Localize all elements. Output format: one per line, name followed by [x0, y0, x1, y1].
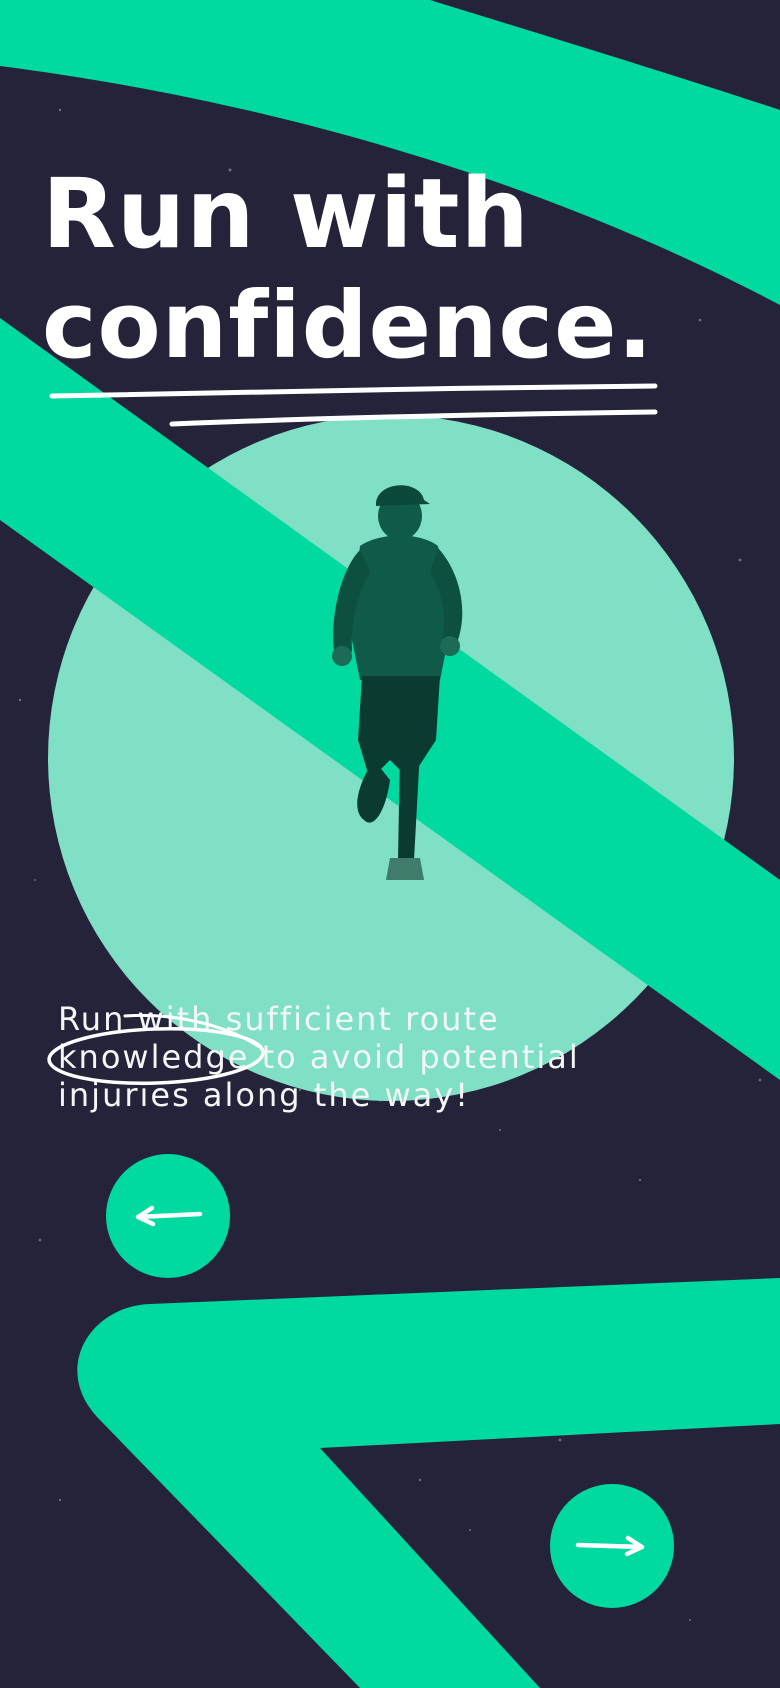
- swoosh-bottom: [77, 1278, 780, 1688]
- runner-figure: [332, 485, 463, 880]
- prev-button[interactable]: [106, 1154, 230, 1278]
- description-text: Run with sufficient route knowledge to av…: [58, 1000, 698, 1114]
- arrow-right-icon: [575, 1535, 645, 1557]
- highlight-word: knowledge: [58, 1038, 250, 1076]
- description-line1: Run with sufficient route: [58, 1000, 500, 1038]
- onboarding-screen: Run with confidence. Run with sufficient…: [0, 0, 780, 1688]
- hero-title-line2: confidence.: [42, 272, 654, 379]
- description-line2: to avoid potential: [249, 1038, 580, 1076]
- arrow-left-icon: [135, 1205, 203, 1227]
- title-underline: [49, 383, 658, 427]
- next-button[interactable]: [550, 1484, 674, 1608]
- description-line3: injuries along the way!: [58, 1076, 470, 1114]
- runner-image: [290, 480, 490, 950]
- hero-title-line1: Run with: [42, 158, 530, 270]
